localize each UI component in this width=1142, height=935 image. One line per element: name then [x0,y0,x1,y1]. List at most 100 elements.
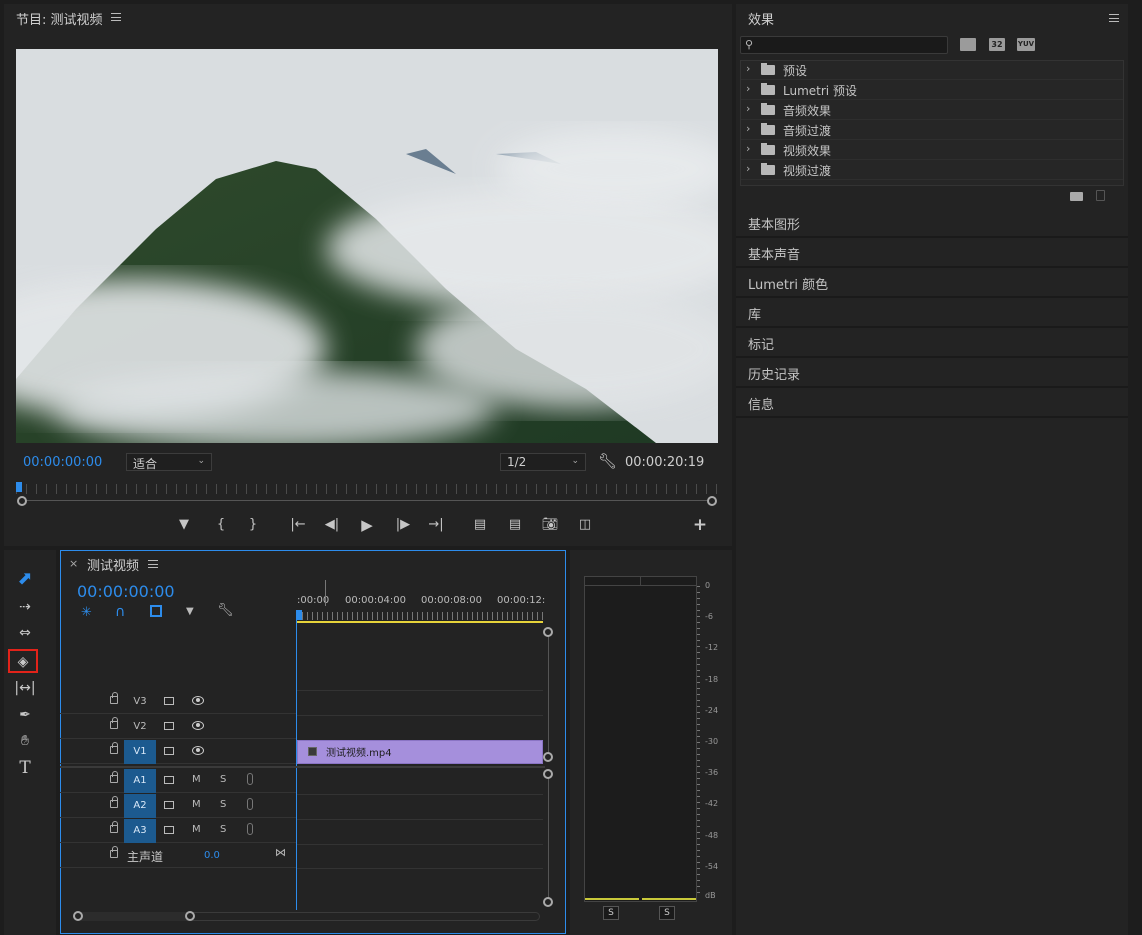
section-essential-graphics[interactable]: 基本图形 [736,208,1128,238]
lock-icon[interactable] [110,796,118,808]
effects-menu-icon[interactable] [1109,14,1119,22]
eye-icon[interactable] [192,721,204,730]
track-a1[interactable]: A1 M S [60,769,296,793]
yuv-effects-icon[interactable]: YUV [1017,38,1035,51]
solo-button[interactable]: S [220,824,226,835]
sync-lock-icon[interactable] [164,722,174,730]
section-history[interactable]: 历史记录 [736,358,1128,388]
zoom-handle-right[interactable] [707,496,717,506]
track-name[interactable]: V2 [124,715,156,739]
track-name[interactable]: A2 [124,794,156,818]
section-libraries[interactable]: 库 [736,298,1128,328]
effects-panel-title[interactable]: 效果 [748,9,774,28]
timeline-menu-icon[interactable] [148,560,158,568]
section-info[interactable]: 信息 [736,388,1128,418]
scroll-handle[interactable] [543,897,553,907]
step-forward-icon[interactable]: |▶ [393,516,413,534]
eye-icon[interactable] [192,696,204,705]
program-monitor-menu-icon[interactable] [111,13,121,21]
track-v1[interactable]: V1 [60,740,296,764]
add-marker-icon[interactable]: ▼ [174,516,194,534]
track-a2[interactable]: A2 M S [60,794,296,818]
accelerated-effects-icon[interactable] [960,38,976,51]
track-select-tool-icon[interactable]: ⇢ [12,596,38,618]
scroll-handle[interactable] [543,627,553,637]
pen-tool-icon[interactable]: ✒ [12,704,38,726]
zoom-handle-left[interactable] [17,496,27,506]
playhead-marker[interactable] [16,482,22,492]
mute-button[interactable]: M [192,774,201,785]
timeline-tab-title[interactable]: 测试视频 [87,555,139,574]
timeline-ruler-ticks[interactable] [297,612,543,620]
step-back-icon[interactable]: ◀| [322,516,342,534]
sync-lock-icon[interactable] [164,747,174,755]
track-name[interactable]: A3 [124,819,156,843]
lock-icon[interactable] [110,692,118,704]
timeline-playhead-head[interactable] [296,610,302,620]
track-v2[interactable]: V2 [60,715,296,739]
scroll-handle[interactable] [543,752,553,762]
effects-folder-lumetri-presets[interactable]: › Lumetri 预设 [741,80,1123,100]
section-essential-sound[interactable]: 基本声音 [736,238,1128,268]
monitor-time-ruler[interactable] [16,484,718,494]
selection-tool-icon[interactable]: ⬈ [12,568,38,590]
effects-folder-audio-transitions[interactable]: › 音频过渡 [741,120,1123,140]
microphone-icon[interactable] [247,798,253,810]
timeline-close-icon[interactable]: × [69,557,78,570]
lock-icon[interactable] [110,771,118,783]
go-to-in-icon[interactable]: |← [288,516,308,534]
effects-folder-video-effects[interactable]: › 视频效果 [741,140,1123,160]
mute-button[interactable]: M [192,824,201,835]
program-monitor-title[interactable]: 节目: 测试视频 [16,9,103,28]
track-name[interactable]: V3 [124,690,156,714]
comparison-view-icon[interactable]: ◫ [575,516,595,534]
lock-icon[interactable] [110,717,118,729]
trash-icon[interactable] [1096,190,1105,201]
new-bin-icon[interactable] [1070,192,1083,201]
mark-out-icon[interactable]: } [243,516,263,534]
mute-button[interactable]: M [192,799,201,810]
video-clip[interactable]: 测试视频.mp4 [297,740,543,764]
track-name[interactable]: A1 [124,769,156,793]
extract-icon[interactable]: ▤ [505,516,525,534]
track-name[interactable]: V1 [124,740,156,764]
scroll-handle-left[interactable] [73,911,83,921]
sync-lock-icon[interactable] [164,776,174,784]
add-button-icon[interactable]: + [690,516,710,534]
solo-button[interactable]: S [220,799,226,810]
track-master[interactable]: 主声道 0.0 ⋈ [60,844,296,868]
microphone-icon[interactable] [247,823,253,835]
timeline-settings-wrench-icon[interactable]: 🔧︎ [217,603,234,618]
track-a3[interactable]: A3 M S [60,819,296,843]
scroll-handle-right[interactable] [185,911,195,921]
work-area-bar[interactable] [297,621,543,623]
slip-tool-icon[interactable]: |↔| [12,677,38,699]
snap-icon[interactable]: ∩ [115,604,125,620]
effects-folder-video-transitions[interactable]: › 视频过渡 [741,160,1123,180]
32bit-effects-icon[interactable]: 32 [989,38,1005,51]
audio-vertical-scrollbar[interactable] [548,778,549,898]
video-vertical-scrollbar[interactable] [548,636,549,754]
add-marker-icon[interactable]: ▼ [186,606,194,617]
go-to-out-icon[interactable]: →| [426,516,446,534]
export-frame-icon[interactable]: 📷︎ [540,516,560,534]
timeline-timecode[interactable]: 00:00:00:00 [77,582,175,601]
section-markers[interactable]: 标记 [736,328,1128,358]
type-tool-icon[interactable]: T [12,757,38,779]
master-bowtie-icon[interactable]: ⋈ [275,846,286,859]
track-v3[interactable]: V3 [60,690,296,714]
resolution-select[interactable]: 1/2 ⌄ [500,453,586,471]
sync-lock-icon[interactable] [164,826,174,834]
effects-folder-audio-effects[interactable]: › 音频效果 [741,100,1123,120]
sync-lock-icon[interactable] [164,801,174,809]
program-timecode[interactable]: 00:00:00:00 [23,455,102,470]
lock-icon[interactable] [110,846,118,858]
mark-in-icon[interactable]: { [211,516,231,534]
sync-lock-icon[interactable] [164,697,174,705]
meter-solo-right-button[interactable]: S [659,906,675,920]
section-lumetri-color[interactable]: Lumetri 颜色 [736,268,1128,298]
ripple-edit-tool-icon[interactable]: ⇔ [12,622,38,644]
monitor-zoom-bar[interactable] [20,500,714,501]
master-volume-value[interactable]: 0.0 [204,850,220,861]
effects-search-input[interactable]: ⚲ [740,36,948,54]
